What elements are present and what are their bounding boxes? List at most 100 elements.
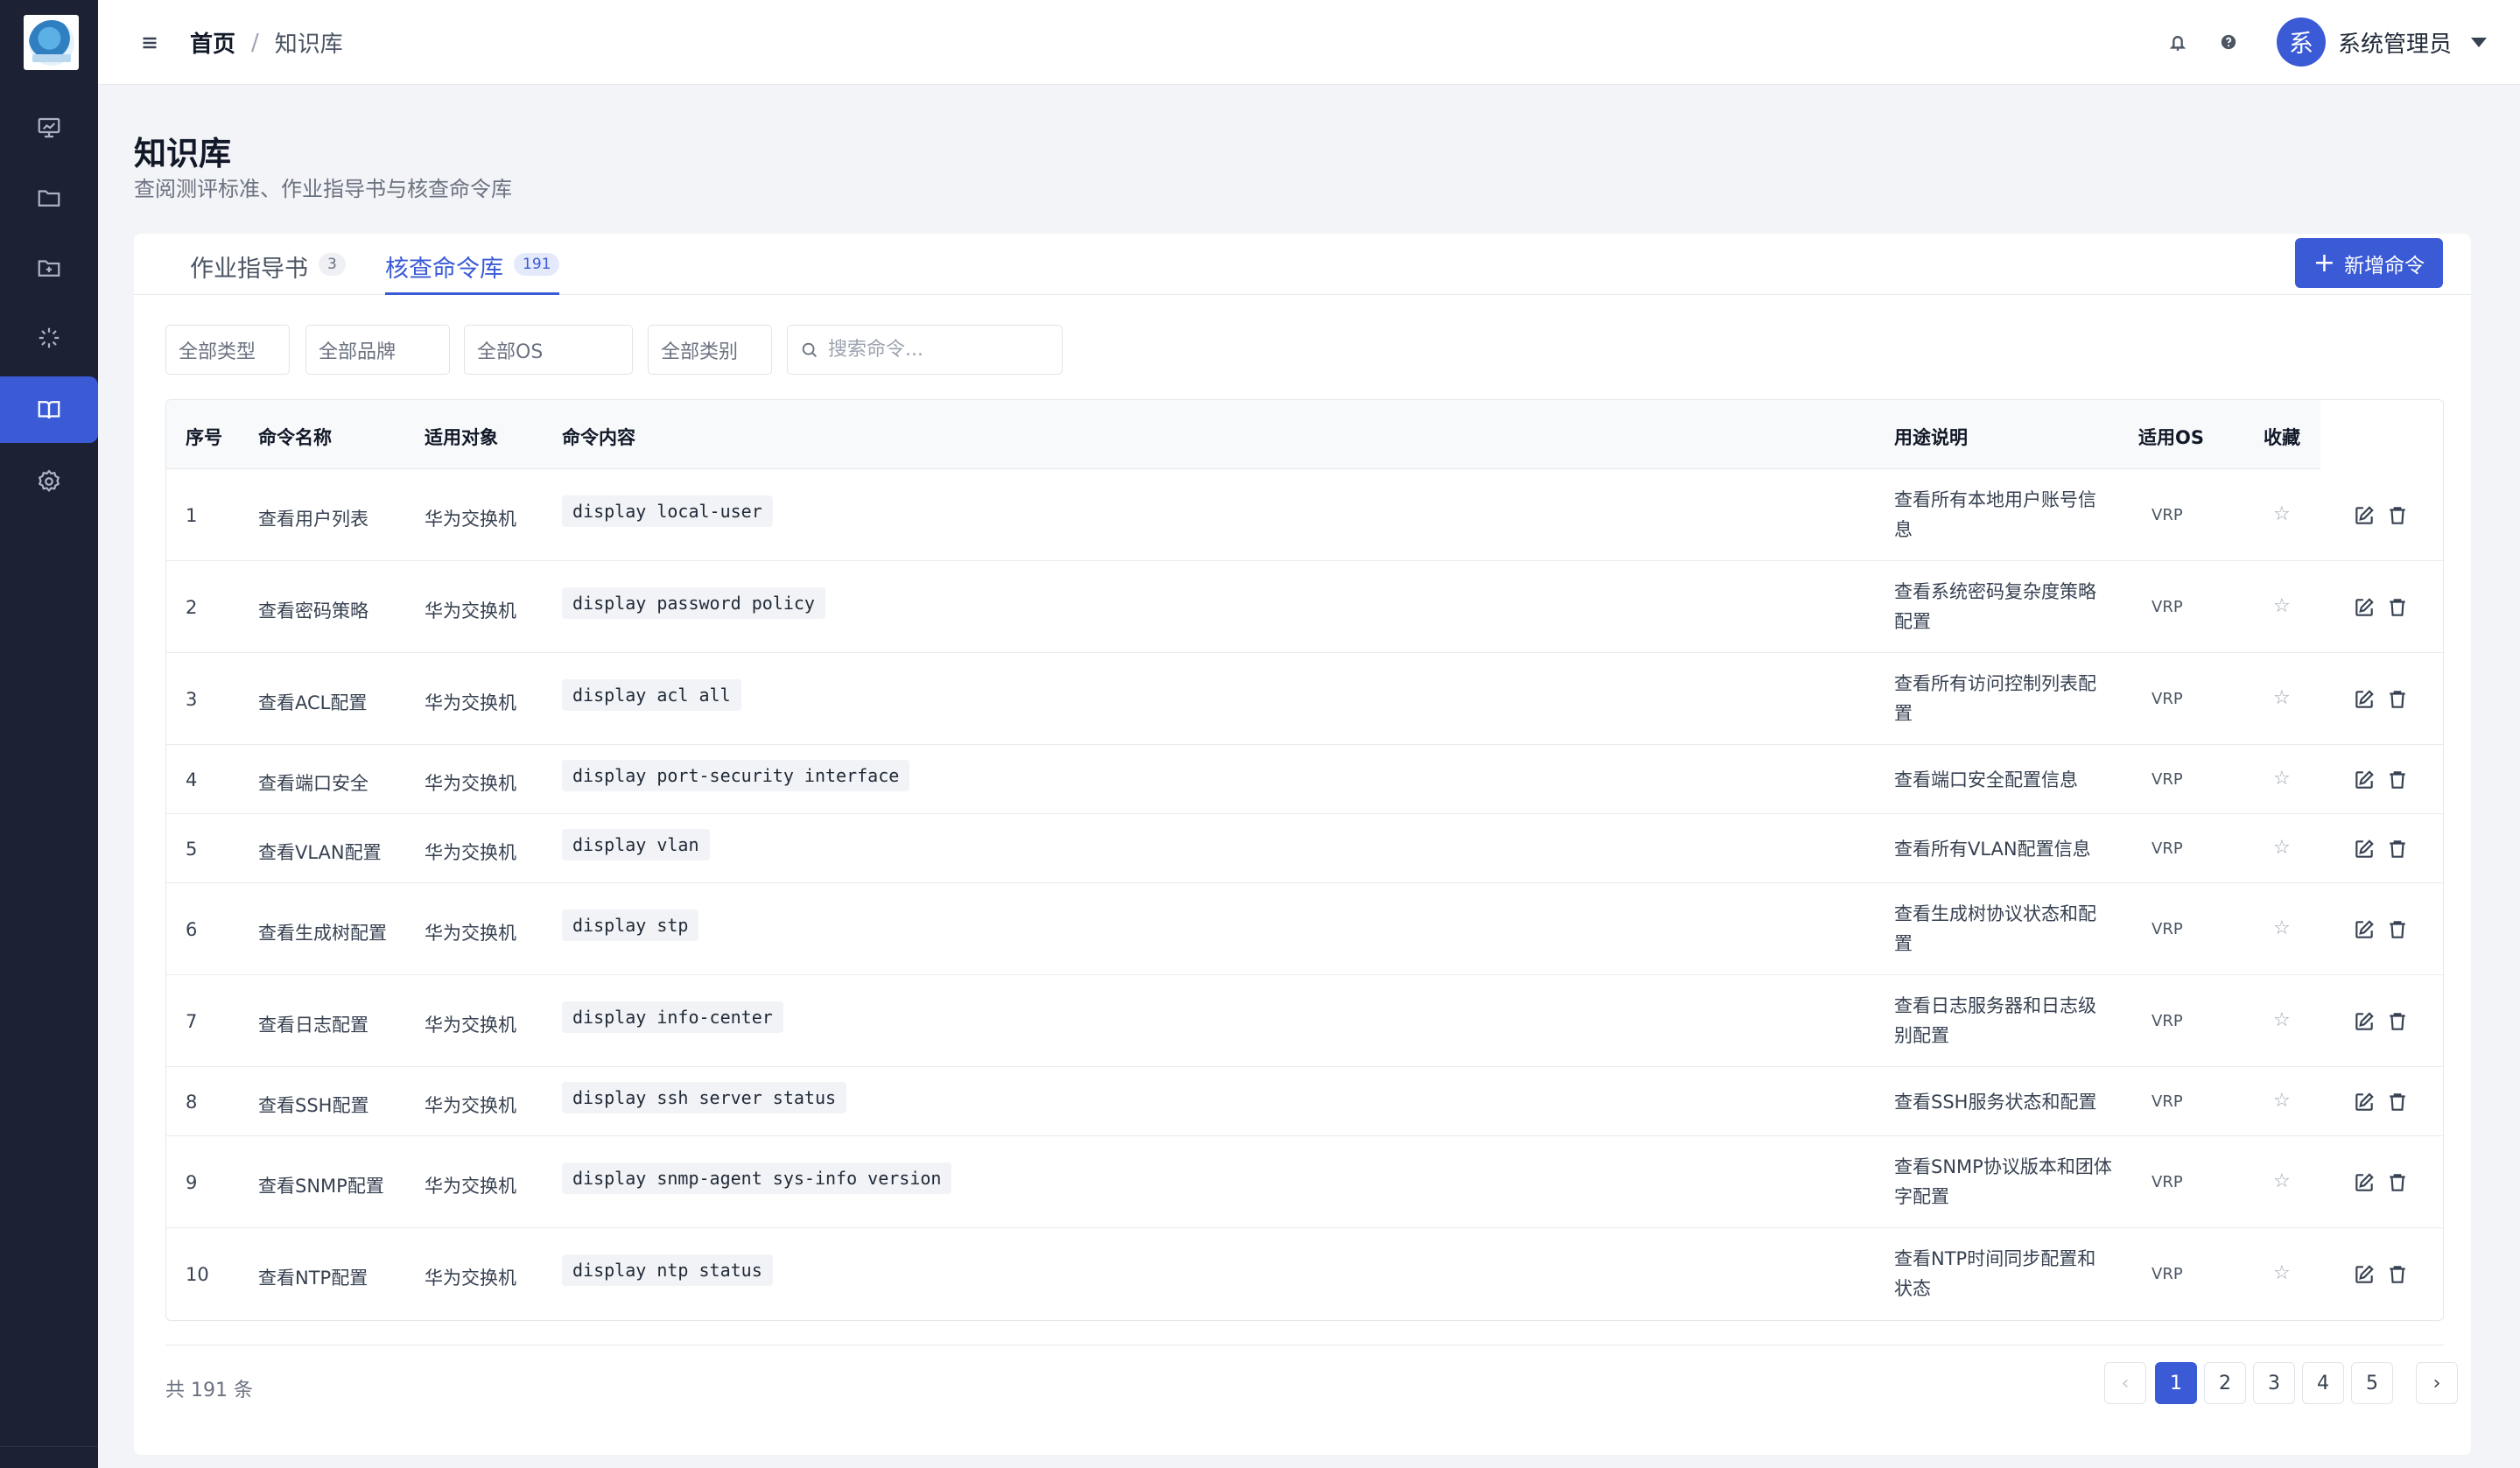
- breadcrumb-home[interactable]: 首页: [190, 26, 235, 59]
- star-icon[interactable]: ☆: [2273, 503, 2291, 525]
- cell-index: 6: [186, 919, 198, 940]
- nav-dashboard[interactable]: [0, 95, 98, 161]
- filter-os-select[interactable]: 全部OS: [464, 325, 633, 375]
- edit-icon[interactable]: [2353, 1263, 2376, 1286]
- edit-icon[interactable]: [2353, 918, 2376, 941]
- trash-icon[interactable]: [2386, 504, 2409, 527]
- cell-target: 华为交换机: [425, 1268, 516, 1289]
- table-row[interactable]: 6 查看生成树配置 华为交换机 display stp 查看生成树协议状态和配置 VRP ☆: [166, 883, 2443, 975]
- col-target: 适用对象: [425, 427, 498, 448]
- pagination-page-button[interactable]: 3: [2253, 1362, 2295, 1404]
- table-row[interactable]: 8 查看SSH配置 华为交换机 display ssh server status 查看…: [166, 1067, 2443, 1136]
- table-row[interactable]: 4 查看端口安全 华为交换机 display port-security interf…: [166, 745, 2443, 814]
- pagination-page-button[interactable]: 4: [2302, 1362, 2344, 1404]
- star-icon[interactable]: ☆: [2273, 1090, 2291, 1112]
- edit-icon[interactable]: [2353, 1010, 2376, 1033]
- bell-icon[interactable]: [2166, 30, 2190, 54]
- edit-icon[interactable]: [2353, 769, 2376, 791]
- edit-icon[interactable]: [2353, 504, 2376, 527]
- cell-target: 华为交换机: [425, 1095, 516, 1116]
- table-row[interactable]: 9 查看SNMP配置 华为交换机 display snmp-agent sys-inf…: [166, 1136, 2443, 1228]
- cell-target: 华为交换机: [425, 1176, 516, 1197]
- table-row[interactable]: 7 查看日志配置 华为交换机 display info-center 查看日志服务器和日…: [166, 975, 2443, 1067]
- edit-icon[interactable]: [2353, 688, 2376, 711]
- user-menu[interactable]: 系 系统管理员: [2277, 18, 2488, 67]
- search-input[interactable]: [828, 339, 1038, 361]
- breadcrumb-current: 知识库: [274, 32, 343, 58]
- cell-index: 10: [186, 1264, 209, 1285]
- filter-brand-select[interactable]: 全部品牌: [305, 325, 450, 375]
- pagination-prev-button[interactable]: ‹: [2104, 1362, 2146, 1404]
- tab-guides[interactable]: 作业指导书 3: [190, 249, 346, 295]
- cell-name: 查看ACL配置: [258, 692, 368, 713]
- edit-icon[interactable]: [2353, 596, 2376, 619]
- table-row[interactable]: 3 查看ACL配置 华为交换机 display acl all 查看所有访问控制列表配置…: [166, 653, 2443, 745]
- star-icon[interactable]: ☆: [2273, 1170, 2291, 1192]
- menu-icon[interactable]: [137, 30, 163, 56]
- filter-category-select[interactable]: 全部类别: [648, 325, 772, 375]
- star-icon[interactable]: ☆: [2273, 1009, 2291, 1031]
- trash-icon[interactable]: [2386, 688, 2409, 711]
- chevron-down-icon: [2471, 37, 2488, 47]
- edit-icon[interactable]: [2353, 1171, 2376, 1194]
- pagination-page-button[interactable]: 2: [2204, 1362, 2246, 1404]
- star-icon[interactable]: ☆: [2273, 1262, 2291, 1284]
- star-icon[interactable]: ☆: [2273, 917, 2291, 939]
- trash-icon[interactable]: [2386, 1263, 2409, 1286]
- knowledge-card: 作业指导书 3 核查命令库 191 + 新增命令 全部类型 全部品牌 全部OS …: [134, 234, 2471, 1455]
- nav-settings[interactable]: [0, 448, 98, 515]
- cell-os: VRP: [2151, 690, 2183, 708]
- cell-os: VRP: [2151, 1092, 2183, 1111]
- page-subtitle: 查阅测评标准、作业指导书与核查命令库: [134, 177, 512, 201]
- cell-index: 1: [186, 505, 198, 526]
- app-logo[interactable]: [24, 15, 79, 70]
- tab-bar: 作业指导书 3 核查命令库 191 + 新增命令: [134, 234, 2471, 295]
- trash-icon[interactable]: [2386, 1171, 2409, 1194]
- page-title: 知识库: [134, 135, 231, 172]
- cell-name: 查看SSH配置: [258, 1095, 369, 1116]
- trash-icon[interactable]: [2386, 918, 2409, 941]
- filter-category-value: 全部类别: [661, 341, 739, 363]
- nav-projects[interactable]: [0, 165, 98, 231]
- cell-command-code: display port-security interface: [562, 760, 910, 791]
- help-icon[interactable]: [2216, 30, 2241, 54]
- star-icon[interactable]: ☆: [2273, 687, 2291, 709]
- filter-os-value: 全部OS: [477, 341, 544, 363]
- filter-type-select[interactable]: 全部类型: [165, 325, 290, 375]
- tab-commands[interactable]: 核查命令库 191: [385, 249, 560, 295]
- edit-icon[interactable]: [2353, 838, 2376, 860]
- col-index: 序号: [186, 427, 222, 448]
- table-row[interactable]: 5 查看VLAN配置 华为交换机 display vlan 查看所有VLAN配置信息 VR…: [166, 814, 2443, 883]
- table-row[interactable]: 1 查看用户列表 华为交换机 display local-user 查看所有本地用户账号…: [166, 469, 2443, 561]
- total-count: 共 191 条: [165, 1380, 253, 1401]
- cell-name: 查看用户列表: [258, 509, 369, 530]
- trash-icon[interactable]: [2386, 838, 2409, 860]
- cell-desc: 查看生成树协议状态和配置: [1894, 903, 2096, 954]
- edit-icon[interactable]: [2353, 1091, 2376, 1113]
- table-row[interactable]: 10 查看NTP配置 华为交换机 display ntp status 查看NTP时间同…: [166, 1228, 2443, 1320]
- trash-icon[interactable]: [2386, 769, 2409, 791]
- trash-icon[interactable]: [2386, 596, 2409, 619]
- nav-tasks[interactable]: [0, 305, 98, 371]
- pagination-next-button[interactable]: ›: [2416, 1362, 2458, 1404]
- pagination-page-button[interactable]: 5: [2351, 1362, 2393, 1404]
- star-icon[interactable]: ☆: [2273, 768, 2291, 790]
- table-row[interactable]: 2 查看密码策略 华为交换机 display password policy 查看系统密…: [166, 561, 2443, 653]
- star-icon[interactable]: ☆: [2273, 837, 2291, 859]
- cell-name: 查看VLAN配置: [258, 842, 382, 863]
- col-name: 命令名称: [258, 427, 332, 448]
- pagination-page-button[interactable]: 1: [2155, 1362, 2197, 1404]
- add-command-button[interactable]: + 新增命令: [2295, 238, 2443, 288]
- cell-index: 9: [186, 1172, 198, 1193]
- search-icon: [802, 342, 817, 357]
- star-icon[interactable]: ☆: [2273, 595, 2291, 617]
- scrollbar[interactable]: [2502, 85, 2520, 1468]
- nav-knowledge-base[interactable]: [0, 376, 98, 443]
- cell-index: 4: [186, 769, 198, 790]
- avatar: 系: [2277, 18, 2326, 67]
- cell-desc: 查看端口安全配置信息: [1894, 769, 2078, 790]
- trash-icon[interactable]: [2386, 1010, 2409, 1033]
- trash-icon[interactable]: [2386, 1091, 2409, 1113]
- nav-new-project[interactable]: [0, 235, 98, 301]
- cell-desc: 查看日志服务器和日志级别配置: [1894, 995, 2096, 1046]
